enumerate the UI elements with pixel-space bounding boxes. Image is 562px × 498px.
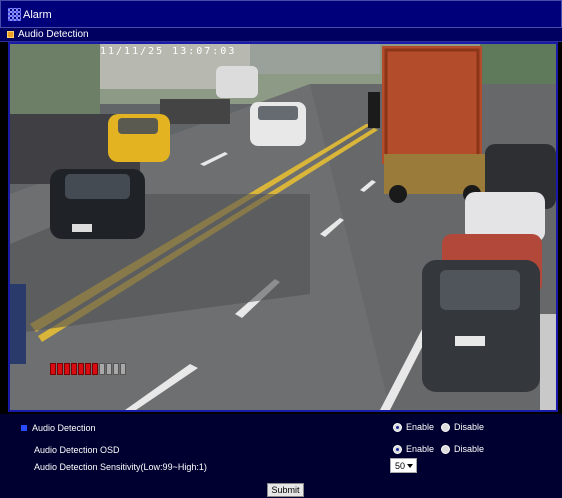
osd-enable-label[interactable]: Enable <box>406 444 434 454</box>
section-title: Audio Detection <box>18 29 89 40</box>
meter-segment <box>85 363 91 375</box>
settings-panel: Audio Detection Enable Disable Audio Det… <box>0 414 562 498</box>
sensitivity-row: Audio Detection Sensitivity(Low:99~High:… <box>0 460 562 476</box>
osd-disable-label[interactable]: Disable <box>454 444 484 454</box>
osd-row: Audio Detection OSD Enable Disable <box>0 443 562 459</box>
audio-detection-enable-label[interactable]: Enable <box>406 422 434 432</box>
window-title: Alarm <box>23 9 52 21</box>
audio-detection-disable-label[interactable]: Disable <box>454 422 484 432</box>
meter-segment <box>71 363 77 375</box>
meter-segment <box>113 363 119 375</box>
audio-detection-radio-group: Enable Disable <box>393 422 487 432</box>
audio-detection-label: Audio Detection <box>32 423 96 433</box>
meter-segment <box>106 363 112 375</box>
audio-detection-row: Audio Detection Enable Disable <box>0 421 562 437</box>
audio-detection-disable-radio[interactable] <box>441 422 451 432</box>
camera-scene <box>10 44 556 410</box>
sensitivity-label: Audio Detection Sensitivity(Low:99~High:… <box>34 462 207 472</box>
osd-timestamp: 11/11/25 13:07:03 <box>100 46 237 57</box>
meter-segment <box>99 363 105 375</box>
osd-enable-radio[interactable] <box>393 444 402 454</box>
live-video-view: 11/11/25 13:07:03 <box>8 42 558 412</box>
osd-radio-group: Enable Disable <box>393 444 487 454</box>
meter-segment <box>57 363 63 375</box>
section-header: Audio Detection <box>0 28 562 42</box>
submit-button[interactable]: Submit <box>267 483 304 497</box>
meter-segment <box>50 363 56 375</box>
meter-segment <box>120 363 126 375</box>
audio-detection-enable-radio[interactable] <box>393 422 402 432</box>
title-bar: Alarm <box>0 0 562 28</box>
sensitivity-select[interactable]: 50 <box>390 458 417 473</box>
grid-icon <box>8 8 21 21</box>
osd-label: Audio Detection OSD <box>34 445 120 455</box>
alarm-window: Alarm Audio Detection 11/11/25 13:07:03 … <box>0 0 562 498</box>
meter-segment <box>78 363 84 375</box>
osd-disable-radio[interactable] <box>441 444 451 454</box>
meter-segment <box>64 363 70 375</box>
audio-level-meter <box>50 363 126 375</box>
sensitivity-value: 50 <box>395 461 406 471</box>
section-bullet-icon <box>7 31 14 38</box>
row-bullet-icon <box>21 425 27 431</box>
chevron-down-icon <box>407 464 413 468</box>
meter-segment <box>92 363 98 375</box>
